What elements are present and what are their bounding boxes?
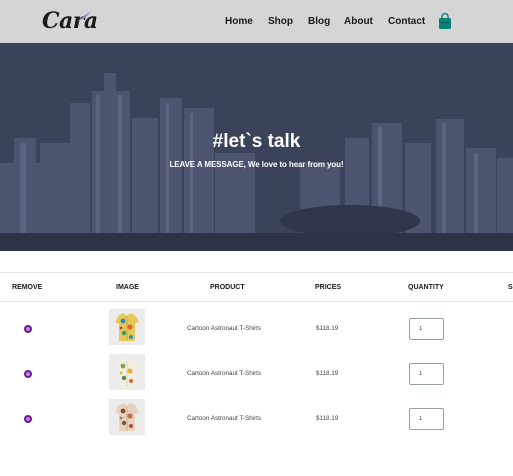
column-header-remove: REMOVE	[12, 284, 43, 291]
product-price: $118.19	[316, 415, 339, 422]
hero-subtitle: LEAVE A MESSAGE, We love to hear from yo…	[169, 160, 344, 169]
quantity-input[interactable]	[409, 408, 444, 430]
product-name: Cartoon Astronaut T-Shirts	[187, 370, 262, 377]
column-header-prices: PRICES	[315, 284, 342, 291]
product-name: Cartoon Astronaut T-Shirts	[187, 325, 262, 332]
shirt-image	[115, 358, 139, 386]
hero-banner: #let`s talk LEAVE A MESSAGE, We love to …	[0, 43, 513, 251]
nav-home[interactable]: Home	[225, 16, 253, 27]
main-nav: Home Shop Blog About Contact	[0, 16, 513, 30]
column-header-subtotal: S	[508, 284, 513, 291]
shopping-bag-icon[interactable]	[438, 13, 452, 30]
quantity-input[interactable]	[409, 318, 444, 340]
hero-title: #let`s talk	[212, 131, 301, 152]
nav-blog[interactable]: Blog	[308, 16, 330, 27]
product-image	[109, 399, 145, 435]
column-header-product: PRODUCT	[210, 284, 245, 291]
quantity-input[interactable]	[409, 363, 444, 385]
site-header: Cara Home Shop Blog About Contact	[0, 0, 513, 43]
product-image	[109, 354, 145, 390]
product-price: $118.19	[316, 370, 339, 377]
shirt-image	[115, 313, 139, 341]
table-row: Cartoon Astronaut T-Shirts $118.19	[0, 351, 513, 396]
column-header-quantity: QUANTITY	[408, 284, 444, 291]
remove-circle-icon[interactable]	[24, 415, 32, 423]
shirt-image	[115, 403, 139, 431]
product-image	[109, 309, 145, 345]
remove-circle-icon[interactable]	[24, 370, 32, 378]
table-row: Cartoon Astronaut T-Shirts $118.19	[0, 306, 513, 351]
column-header-image: IMAGE	[116, 284, 139, 291]
product-price: $118.19	[316, 325, 339, 332]
remove-circle-icon[interactable]	[24, 325, 32, 333]
table-row: Cartoon Astronaut T-Shirts $118.19	[0, 396, 513, 441]
nav-contact[interactable]: Contact	[388, 16, 425, 27]
cart-table: REMOVE IMAGE PRODUCT PRICES QUANTITY S C…	[0, 272, 513, 476]
product-name: Cartoon Astronaut T-Shirts	[187, 415, 262, 422]
nav-about[interactable]: About	[344, 16, 373, 27]
nav-shop[interactable]: Shop	[268, 16, 293, 27]
cart-table-header: REMOVE IMAGE PRODUCT PRICES QUANTITY S	[0, 272, 513, 302]
